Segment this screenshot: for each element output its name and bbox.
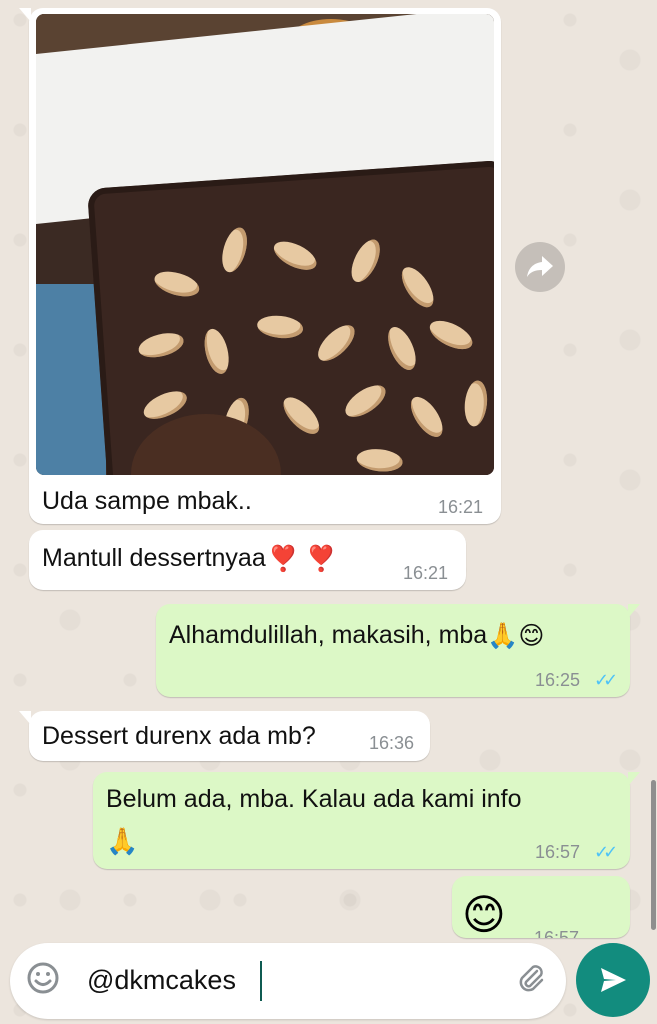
message-input-bar: @dkmcakes: [10, 943, 566, 1019]
forward-button[interactable]: [515, 242, 565, 292]
send-icon: [601, 968, 626, 992]
message-text: Mantull dessertnyaa❣️ ❣️: [42, 544, 337, 573]
read-ticks-icon: ✓✓: [594, 670, 618, 690]
send-button[interactable]: [576, 943, 650, 1017]
emoji-icon: [27, 962, 59, 994]
heart-exclamation-emoji: ❣️ ❣️: [267, 544, 337, 573]
paperclip-icon: [519, 965, 544, 992]
message-text: Belum ada, mba. Kalau ada kami info: [106, 785, 522, 813]
forward-icon: [527, 256, 553, 277]
outgoing-message[interactable]: 😊 16:57: [452, 876, 630, 938]
message-text: Uda sampe mbak..: [42, 487, 252, 515]
dessert-photo[interactable]: [36, 14, 494, 475]
text-cursor: [260, 961, 262, 1001]
chat-scrollbar[interactable]: [651, 780, 656, 930]
message-time: 16:57: [534, 928, 580, 938]
read-ticks-icon: ✓✓: [594, 842, 618, 862]
message-input[interactable]: @dkmcakes: [87, 965, 236, 996]
emoji-button[interactable]: [26, 961, 66, 1001]
message-time: 16:57: [535, 842, 581, 862]
attach-button[interactable]: [516, 963, 552, 999]
message-time: 16:36: [369, 733, 415, 753]
message-text: Alhamdulillah, makasih, mba🙏😊: [169, 621, 545, 651]
message-time: 16:25: [535, 670, 581, 690]
message-time: 16:21: [403, 563, 449, 583]
praying-smiling-emoji: 🙏😊: [487, 622, 545, 651]
message-text: Dessert durenx ada mb?: [42, 722, 316, 750]
message-time: 16:21: [438, 497, 484, 517]
smiling-face-emoji: 😊: [462, 891, 506, 938]
praying-hands-emoji: 🙏: [106, 826, 139, 856]
